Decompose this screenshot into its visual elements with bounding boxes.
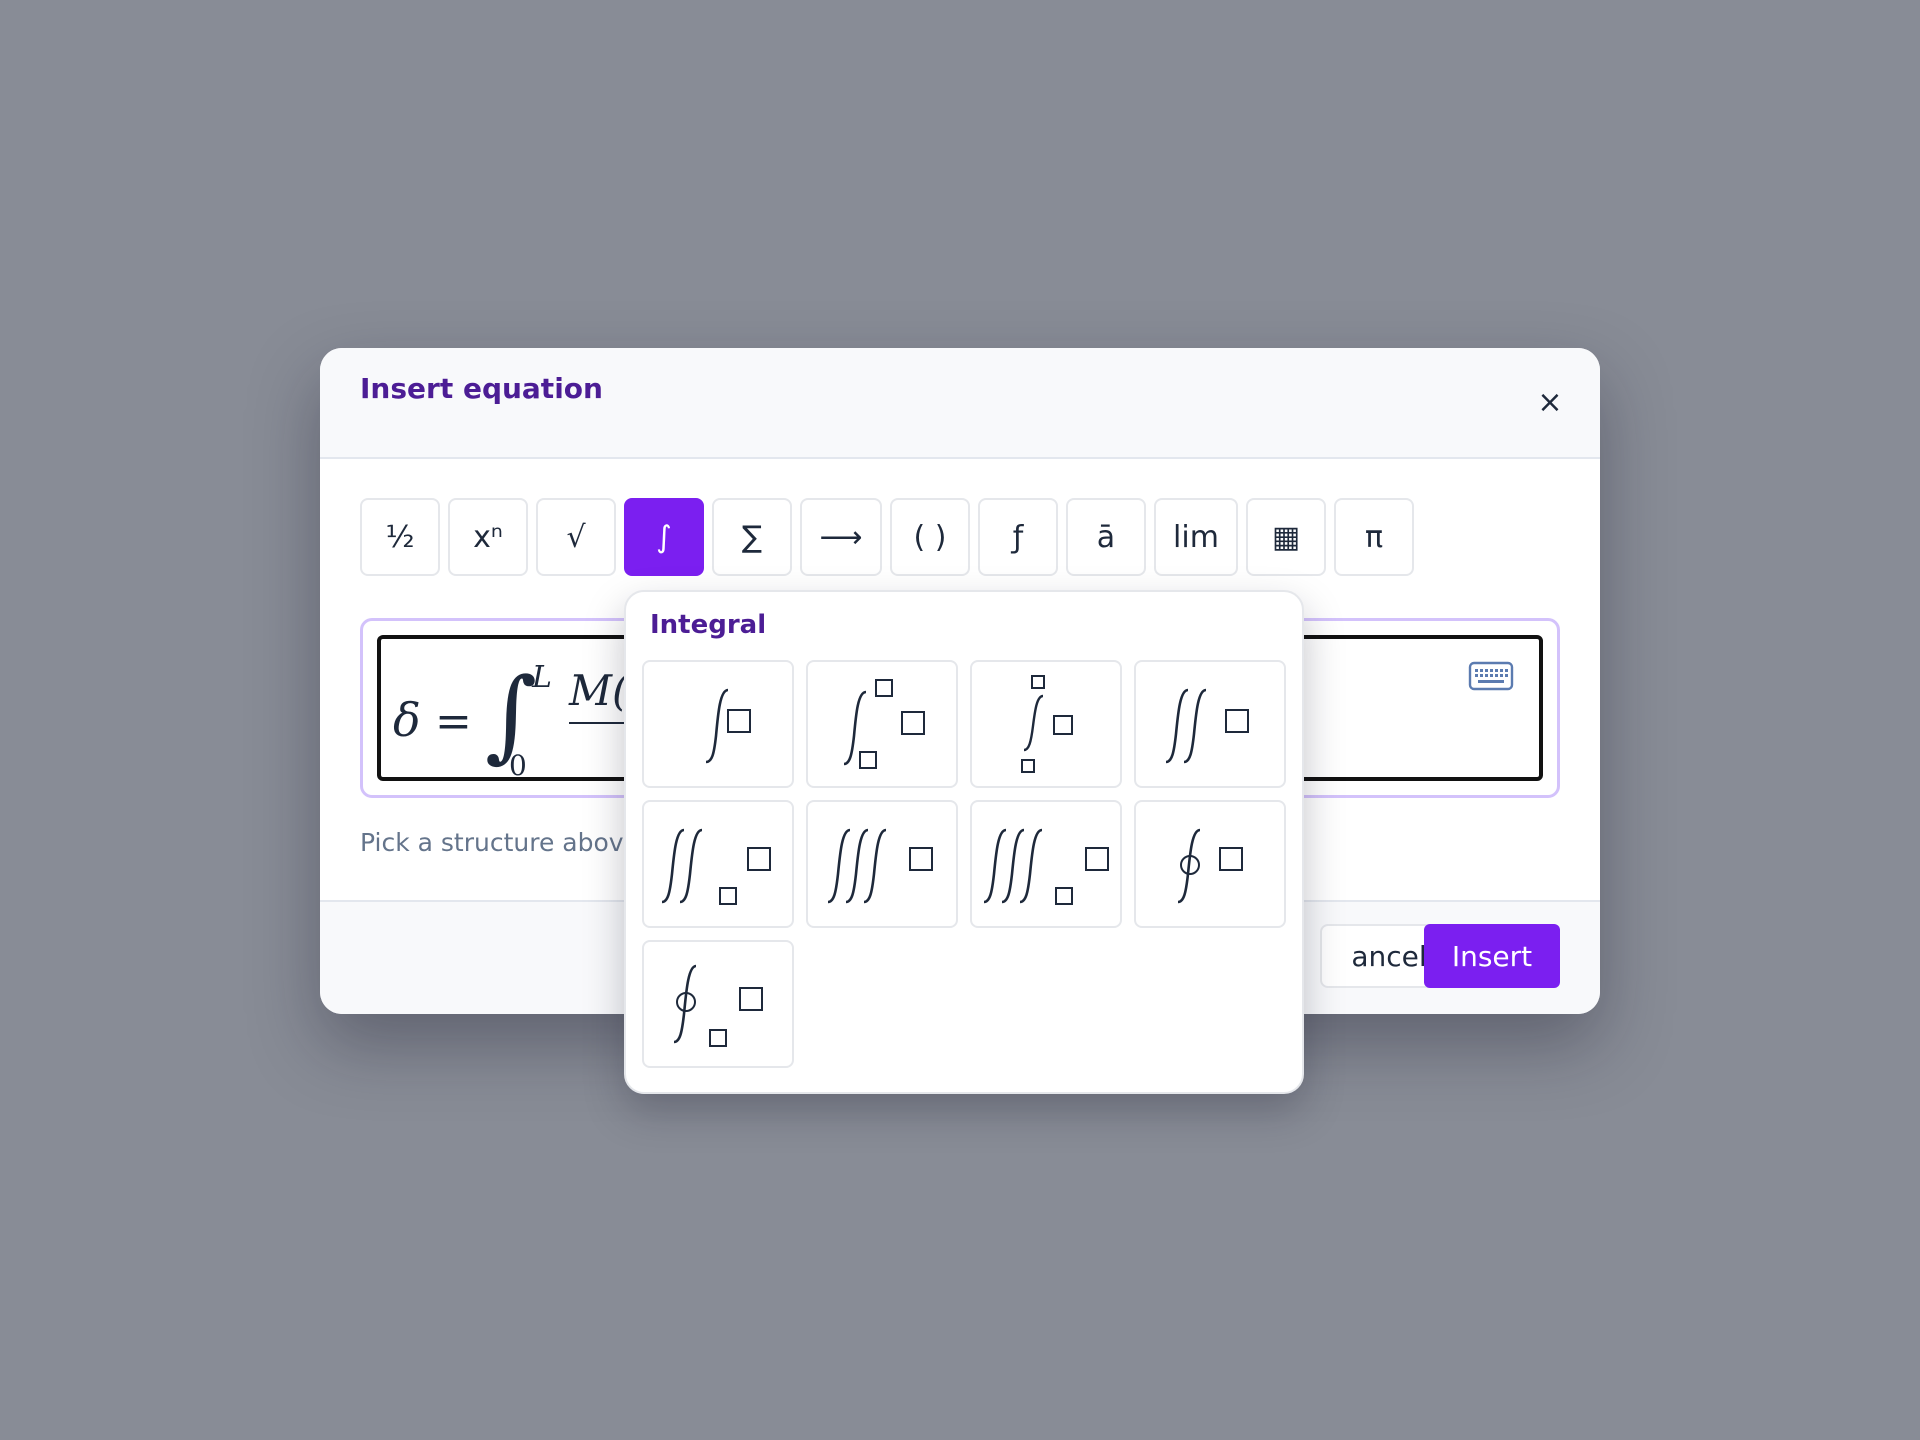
contour-integral-icon — [1177, 828, 1243, 904]
template-integral-with-stacked-limits[interactable] — [970, 660, 1122, 788]
insert-button[interactable]: Insert — [1424, 924, 1560, 988]
brackets-button[interactable]: ( ) — [890, 498, 970, 576]
dialog-title: Insert equation — [360, 372, 603, 405]
superscript-icon: xⁿ — [473, 519, 503, 555]
integral-icon — [705, 688, 751, 764]
brackets-icon: ( ) — [913, 519, 947, 555]
superscript-button[interactable]: xⁿ — [448, 498, 528, 576]
function-button[interactable]: ƒ — [978, 498, 1058, 576]
equation-lower-limit: 0 — [509, 749, 527, 781]
template-integral-with-limits[interactable] — [806, 660, 958, 788]
double-integral-subscript-icon — [661, 828, 771, 905]
sum-icon: ∑ — [741, 519, 763, 555]
accent-icon: ā — [1096, 519, 1116, 555]
fraction-icon: ½ — [385, 519, 415, 555]
triple-integral-subscript-icon — [983, 828, 1109, 905]
template-contour-integral[interactable] — [1134, 800, 1286, 928]
integral-popover: Integral — [624, 590, 1304, 1094]
matrix-icon: ▦ — [1271, 519, 1301, 555]
equation-lhs: δ — [393, 693, 421, 747]
integral-icon: ∫ — [656, 519, 672, 555]
equation-upper-limit: L — [531, 660, 552, 695]
limit-icon: lim — [1173, 519, 1219, 555]
radical-button[interactable]: √ — [536, 498, 616, 576]
template-double-integral-with-subscript[interactable] — [642, 800, 794, 928]
equation-numerator: M( — [568, 666, 630, 715]
function-icon: ƒ — [1012, 519, 1024, 555]
keyboard-icon[interactable] — [1468, 660, 1514, 692]
arrow-icon: ⟶ — [819, 519, 863, 555]
limit-button[interactable]: lim — [1154, 498, 1238, 576]
close-icon: × — [1537, 384, 1563, 420]
template-triple-integral[interactable] — [806, 800, 958, 928]
sum-button[interactable]: ∑ — [712, 498, 792, 576]
hint-text: Pick a structure abov — [360, 828, 624, 857]
greek-icon: π — [1364, 519, 1384, 555]
triple-integral-icon — [827, 828, 933, 904]
integral-stacked-limits-icon — [1021, 675, 1073, 773]
template-contour-integral-with-subscript[interactable] — [642, 940, 794, 1068]
template-triple-integral-with-subscript[interactable] — [970, 800, 1122, 928]
template-double-integral[interactable] — [1134, 660, 1286, 788]
arrow-button[interactable]: ⟶ — [800, 498, 882, 576]
integral-button[interactable]: ∫ — [624, 498, 704, 576]
fraction-button[interactable]: ½ — [360, 498, 440, 576]
popover-title: Integral — [650, 610, 767, 640]
radical-icon: √ — [566, 519, 586, 555]
template-integral[interactable] — [642, 660, 794, 788]
greek-button[interactable]: π — [1334, 498, 1414, 576]
integral-limits-icon — [843, 679, 925, 769]
close-button[interactable]: × — [1530, 382, 1570, 422]
accent-button[interactable]: ā — [1066, 498, 1146, 576]
contour-integral-subscript-icon — [673, 964, 763, 1047]
matrix-button[interactable]: ▦ — [1246, 498, 1326, 576]
double-integral-icon — [1165, 688, 1249, 764]
equation-equals: = — [435, 696, 472, 747]
